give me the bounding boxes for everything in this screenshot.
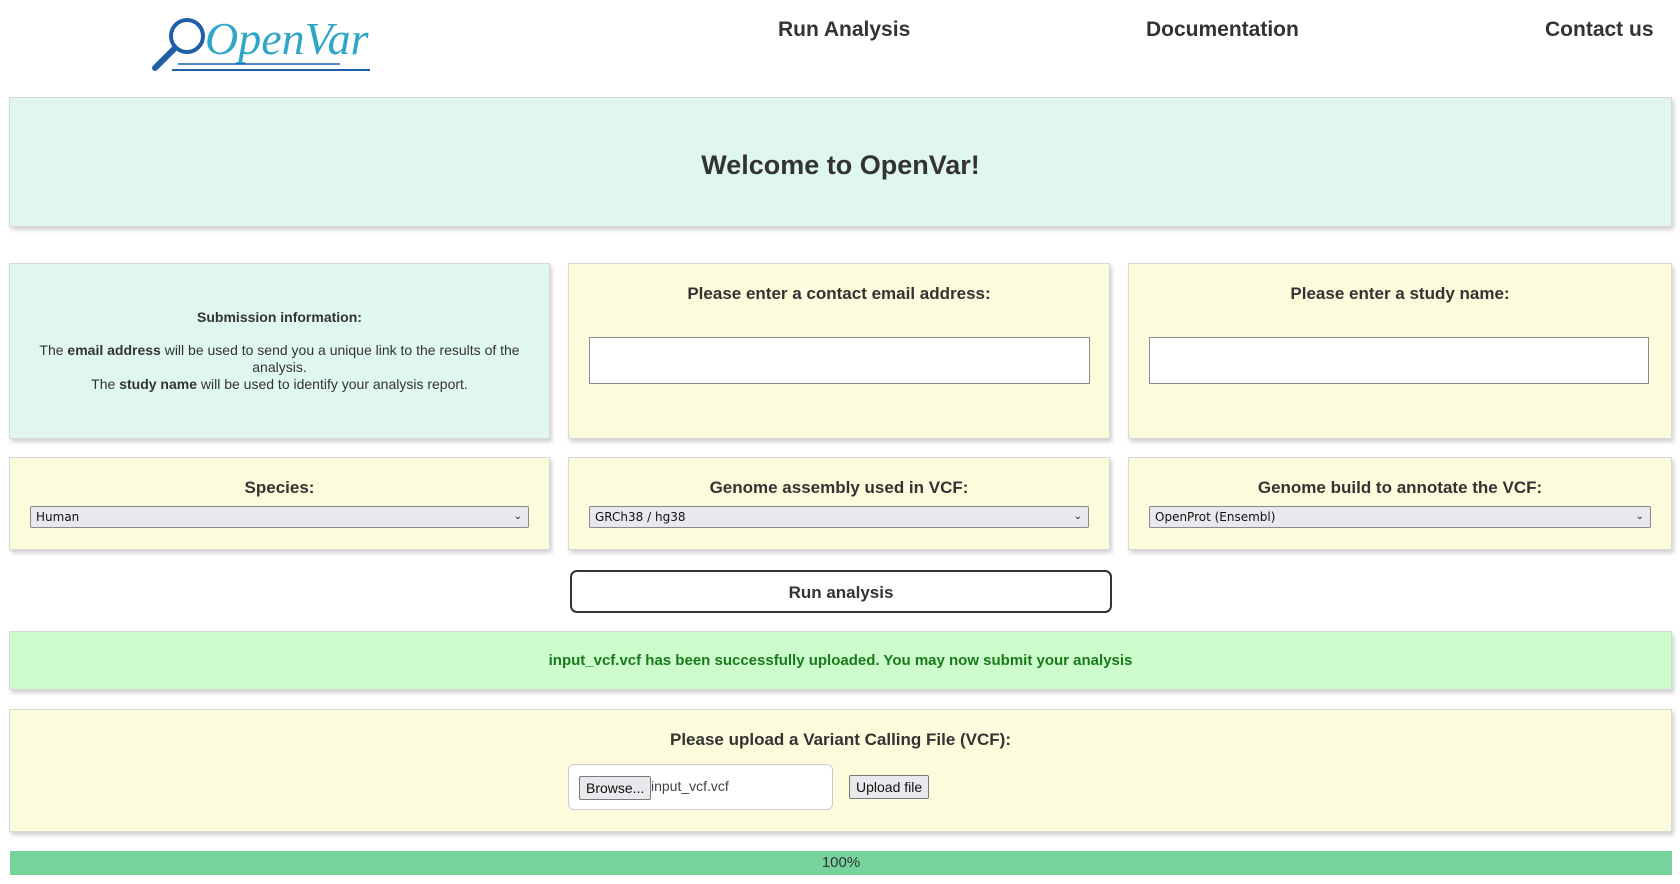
upload-file-button[interactable]: Upload file [849, 775, 930, 799]
file-input[interactable]: Browse... input_vcf.vcf [568, 764, 833, 810]
logo[interactable]: OpenVar [150, 6, 400, 80]
species-label: Species: [244, 478, 315, 497]
welcome-banner: Welcome to OpenVar! [9, 97, 1672, 227]
email-field[interactable] [589, 337, 1090, 384]
build-label: Genome build to annotate the VCF: [1257, 478, 1543, 497]
submission-info-title: Submission information: [197, 309, 362, 325]
logo-wordmark: OpenVar [205, 13, 370, 64]
chevron-down-icon: ⌄ [1073, 511, 1082, 522]
email-panel: Please enter a contact email address: [568, 263, 1110, 439]
upload-success-message: input_vcf.vcf has been successfully uplo… [548, 652, 1133, 669]
email-address-emphasis: email address [67, 342, 161, 358]
browse-button[interactable]: Browse... [579, 776, 652, 800]
upload-label: Please upload a Variant Calling File (VC… [669, 730, 1012, 749]
upload-panel: Please upload a Variant Calling File (VC… [9, 709, 1672, 832]
nav-run-analysis[interactable]: Run Analysis [778, 18, 910, 42]
build-select[interactable]: OpenProt (Ensembl) ⌄ [1149, 506, 1651, 528]
email-label: Please enter a contact email address: [687, 284, 991, 303]
progress-label: 100% [821, 854, 861, 871]
build-selected-value: OpenProt (Ensembl) [1155, 510, 1276, 524]
run-analysis-button[interactable]: Run analysis [570, 570, 1112, 613]
submission-info-panel: Submission information: The email addres… [9, 263, 550, 439]
upload-success-banner: input_vcf.vcf has been successfully uplo… [9, 631, 1672, 690]
submission-info-text: The email address will be used to send y… [39, 342, 520, 392]
upload-progress-bar: 100% [10, 851, 1672, 875]
welcome-title: Welcome to OpenVar! [701, 150, 980, 180]
study-name-field[interactable] [1149, 337, 1649, 384]
assembly-selected-value: GRCh38 / hg38 [595, 510, 686, 524]
assembly-label: Genome assembly used in VCF: [709, 478, 969, 497]
assembly-panel: Genome assembly used in VCF: GRCh38 / hg… [568, 457, 1110, 550]
nav-contact-us[interactable]: Contact us [1545, 18, 1654, 42]
chevron-down-icon: ⌄ [1635, 511, 1644, 522]
species-select[interactable]: Human ⌄ [30, 506, 529, 528]
species-selected-value: Human [36, 510, 80, 524]
nav-documentation[interactable]: Documentation [1146, 18, 1299, 42]
study-label: Please enter a study name: [1290, 284, 1510, 303]
chevron-down-icon: ⌄ [513, 511, 522, 522]
study-name-emphasis: study name [119, 376, 197, 392]
build-panel: Genome build to annotate the VCF: OpenPr… [1128, 457, 1672, 550]
selected-file-name: input_vcf.vcf [651, 778, 729, 794]
assembly-select[interactable]: GRCh38 / hg38 ⌄ [589, 506, 1089, 528]
species-panel: Species: Human ⌄ [9, 457, 550, 550]
magnifier-logo-icon: OpenVar [152, 13, 370, 71]
study-panel: Please enter a study name: [1128, 263, 1672, 439]
